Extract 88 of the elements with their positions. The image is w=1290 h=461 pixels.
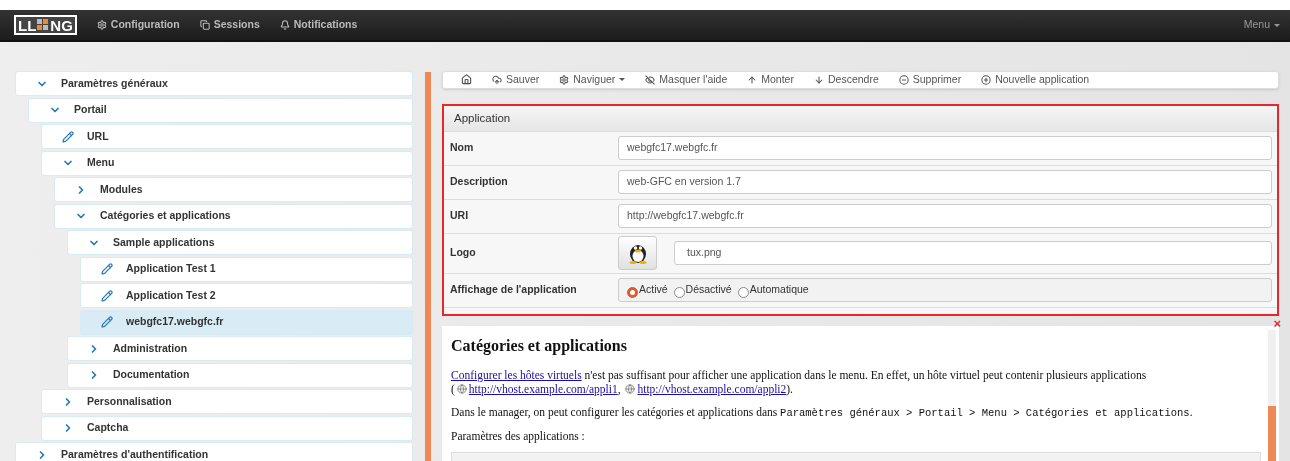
nav-link[interactable]: Notifications (279, 17, 358, 33)
tree-item[interactable]: Personnalisation (41, 389, 413, 414)
close-button[interactable]: × (1273, 316, 1281, 330)
tree-item[interactable]: Paramètres d'authentification (15, 442, 413, 461)
toolbar-button[interactable]: Naviguer (559, 72, 626, 88)
tree-item[interactable]: Modules (54, 177, 413, 202)
tree-label: Documentation (113, 367, 190, 383)
nav-link[interactable]: Sessions (199, 17, 260, 33)
tree-label: Captcha (87, 420, 129, 436)
globe-icon (456, 383, 467, 394)
tree-item[interactable]: Administration (67, 336, 413, 361)
tree-item[interactable]: Catégories et applications (54, 203, 413, 229)
panel-header: Application (444, 105, 1277, 132)
plus-circle-icon (981, 74, 992, 85)
tree-label: Menu (87, 155, 115, 171)
tree-item[interactable]: Paramètres généraux (15, 71, 413, 96)
tree-item[interactable]: URL (41, 124, 413, 149)
penguin-icon (627, 242, 648, 265)
help-title: Catégories et applications (451, 335, 628, 357)
logo-button[interactable] (618, 236, 657, 271)
copy-icon (199, 20, 210, 30)
logo[interactable]: LL NG (14, 15, 77, 35)
arrow-up-icon (747, 74, 758, 85)
pencil-icon (101, 263, 113, 275)
tree-label: Application Test 2 (126, 287, 216, 303)
tree-label: Catégories et applications (100, 208, 231, 224)
help-paragraph: Dans le manager, on peut configurer les catégories et applications dans Paramètres généraux > Portail > Menu > Catégories et applications. (451, 404, 1194, 420)
field-label: Description (450, 174, 509, 190)
tree-item[interactable]: Portail (28, 97, 413, 123)
tree-item[interactable]: Menu (41, 150, 413, 176)
text-field[interactable]: tux.png (674, 241, 1272, 266)
gear-icon (96, 20, 107, 30)
tree-label: Application Test 1 (126, 261, 216, 277)
tree-label: Modules (100, 181, 143, 197)
scrollbar-thumb[interactable] (1268, 405, 1276, 461)
toolbar-button[interactable]: Descendre (813, 72, 879, 88)
globe-icon (625, 383, 636, 394)
squares-icon (37, 19, 50, 31)
radio-option[interactable]: Désactivé (673, 282, 732, 299)
radio-button[interactable] (673, 287, 685, 299)
tree-item[interactable]: Application Test 2 (80, 283, 413, 308)
toolbar-button[interactable]: Sauver (492, 72, 540, 88)
eye-slash-icon (645, 74, 656, 85)
tree-label: Portail (74, 102, 107, 118)
tree-label: Sample applications (113, 234, 215, 250)
tree-item[interactable]: Documentation (67, 362, 413, 388)
arrow-down-icon (813, 74, 824, 85)
field-label: Nom (450, 140, 475, 156)
help-paragraph: Paramètres des applications : (451, 428, 586, 443)
pencil-icon (101, 289, 113, 302)
radio-option[interactable]: Activé (627, 282, 668, 299)
text-field[interactable]: web-GFC en version 1.7 (618, 170, 1272, 195)
cloud-upload-icon (492, 74, 502, 85)
help-link[interactable]: http://vhost.example.com/appli1 (468, 382, 618, 395)
gear-icon (559, 74, 570, 85)
nav-link[interactable]: Configuration (96, 17, 180, 33)
tree-label: Paramètres d'authentification (61, 446, 209, 461)
tree-item[interactable]: Application Test 1 (80, 256, 413, 282)
text-field[interactable]: http://webgfc17.webgfc.fr (618, 204, 1272, 229)
radio-button[interactable] (627, 287, 638, 299)
toolbar-button[interactable]: Monter (747, 72, 794, 88)
tree-item[interactable]: webgfc17.webgfc.fr (80, 309, 413, 335)
field-label: URI (450, 208, 470, 224)
text-field[interactable]: webgfc17.webgfc.fr (618, 136, 1272, 161)
help-paragraph: Configurer les hôtes virtuels n'est pas suffisant pour afficher une application dans le menu. En effet, un hôte virtuel peut contenir plusieurs applications ( http://vhost.example.com/appli1, http://vhost.example.com/appli2). (451, 367, 1148, 396)
bell-icon (279, 20, 290, 30)
tree-label: Paramètres généraux (61, 75, 168, 91)
tree-label: webgfc17.webgfc.fr (126, 314, 224, 330)
tree-item[interactable]: Sample applications (67, 230, 413, 255)
radio-button[interactable] (737, 287, 749, 299)
pencil-icon (62, 130, 74, 143)
toolbar-button[interactable]: Nouvelle application (981, 72, 1090, 88)
home-icon (461, 74, 472, 86)
toolbar-button[interactable]: Supprimer (898, 72, 962, 88)
tree-label: Administration (113, 340, 188, 356)
radio-option[interactable]: Automatique (737, 282, 809, 299)
pencil-icon (101, 316, 113, 328)
minus-circle-icon (898, 74, 909, 85)
menu-dropdown[interactable]: Menu (1243, 17, 1280, 33)
field-label: Affichage de l'application (450, 282, 578, 298)
field-label: Logo (450, 245, 477, 261)
tree-label: URL (87, 128, 109, 144)
toolbar-button[interactable]: Masquer l'aide (645, 72, 728, 88)
tree-item[interactable]: Captcha (41, 415, 413, 441)
tree-label: Personnalisation (87, 393, 172, 409)
help-link[interactable]: http://vhost.example.com/appli2 (637, 382, 787, 395)
help-link[interactable]: Configurer les hôtes virtuels (451, 368, 582, 381)
home-button[interactable] (461, 74, 472, 86)
